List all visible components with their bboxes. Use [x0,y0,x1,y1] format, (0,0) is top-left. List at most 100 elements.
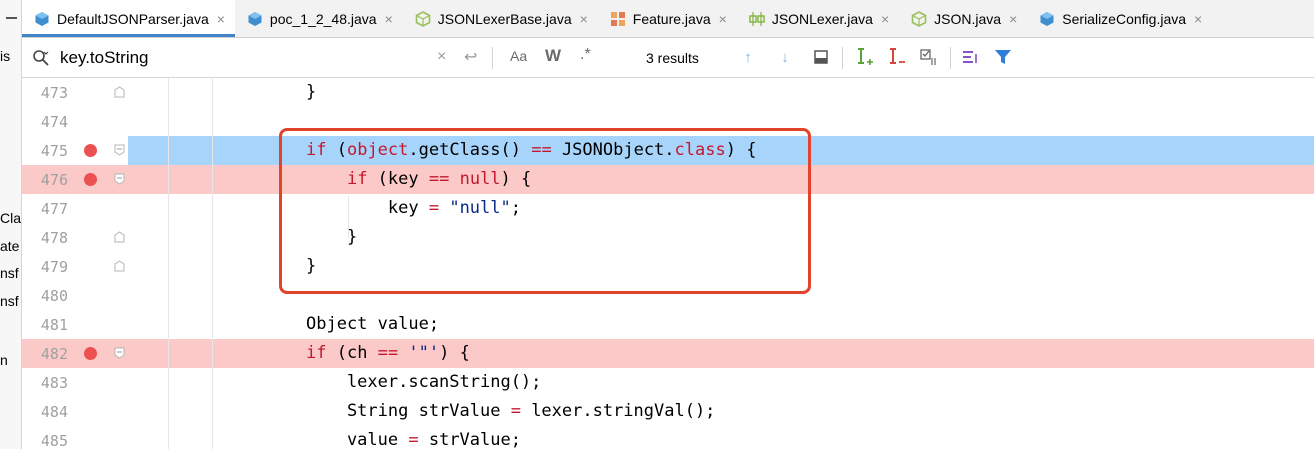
code-line[interactable]: 484 String strValue = lexer.stringVal(); [22,397,1314,426]
editor-tab-bar: DefaultJSONParser.java × poc_1_2_48.java × J… [22,0,1314,38]
code-keyword: = [408,430,419,449]
line-number[interactable]: 475 [22,142,68,160]
code-token: lexer.stringVal(); [520,401,716,421]
code-text: if (ch == '"') { [306,343,470,363]
tab-label: JSONLexerBase.java [437,10,572,27]
panel-fragment: nsf [0,293,19,309]
fold-marker-icon[interactable] [114,260,125,272]
line-number[interactable]: 484 [22,403,68,421]
code-keyword: if [306,343,327,363]
enum-icon [610,11,625,26]
editor-tab[interactable]: JSONLexer.java × [737,0,899,37]
panel-fragment: Cla [0,210,22,226]
breakpoint-icon[interactable] [84,144,97,157]
java-class-icon [248,11,262,26]
code-token: value [306,430,409,449]
interface-icon [749,11,765,26]
code-text: Object value; [306,314,439,334]
code-token: (ch [326,343,378,363]
add-selection-icon[interactable] [854,46,876,68]
code-line[interactable]: 485 value = strValue; [22,426,1314,449]
indent-guide [168,78,169,449]
fold-marker-icon[interactable] [114,231,125,243]
editor-tab[interactable]: poc_1_2_48.java × [235,0,403,37]
match-case-toggle[interactable]: Aa [510,48,527,64]
line-number[interactable]: 476 [22,171,68,189]
code-line[interactable]: 481 Object value; [22,310,1314,339]
line-number[interactable]: 477 [22,200,68,218]
code-editor[interactable]: 473} 474 475 if (object.getClass() == JSONO… [22,78,1314,449]
code-line[interactable]: 473} [22,78,1314,107]
java-class-icon [1040,11,1054,26]
search-input[interactable] [60,46,450,70]
editor-tab[interactable]: JSONLexerBase.java × [403,0,598,37]
regex-toggle[interactable]: .* [580,46,591,64]
search-results-count: 3 results [646,50,699,66]
close-tab-icon[interactable]: × [217,11,225,27]
code-token: lexer.scanString(); [306,372,542,392]
close-tab-icon[interactable]: × [580,11,588,27]
whole-words-toggle[interactable]: W [545,46,561,66]
line-number[interactable]: 485 [22,432,68,449]
java-class-icon [35,11,49,26]
previous-occurrence-button[interactable]: ↑ [737,46,759,68]
line-number[interactable]: 481 [22,316,68,334]
editor-tab[interactable]: SerializeConfig.java × [1027,0,1212,37]
line-number[interactable]: 482 [22,345,68,363]
code-text: value = strValue; [306,430,521,449]
line-number[interactable]: 478 [22,229,68,247]
editor-tab[interactable]: DefaultJSONParser.java × [22,0,235,37]
code-token: strValue; [418,430,521,449]
filter-icon[interactable] [992,46,1014,68]
next-occurrence-button[interactable]: ↓ [774,46,796,68]
filter-options-icon[interactable] [960,46,982,68]
search-icon[interactable] [32,49,50,67]
clear-search-button[interactable]: × [437,48,446,66]
line-number[interactable]: 480 [22,287,68,305]
close-tab-icon[interactable]: × [1194,11,1202,27]
indent-guide [212,78,213,449]
find-bar: × ↩ Aa W .* 3 results ↑ ↓ [22,38,1314,78]
remove-selection-icon[interactable] [886,46,908,68]
code-keyword: == [377,343,399,363]
close-tab-icon[interactable]: × [1009,11,1017,27]
panel-fragment: ate [0,238,20,254]
line-number[interactable]: 479 [22,258,68,276]
new-line-icon[interactable]: ↩ [464,47,477,67]
abstract-class-icon [415,10,431,27]
divider [492,47,493,69]
fold-marker-icon[interactable] [114,144,125,156]
close-tab-icon[interactable]: × [719,11,727,27]
fold-marker-icon[interactable] [114,86,125,98]
tab-label: poc_1_2_48.java [269,10,377,27]
line-number[interactable]: 474 [22,113,68,131]
project-panel-edge: is Cla ate nsf nsf n [0,0,22,449]
code-string: '"' [408,343,440,363]
select-all-occurrences-icon[interactable] [810,46,832,68]
divider [950,47,951,69]
tab-label: Feature.java [632,10,711,27]
abstract-class-icon [911,10,927,27]
breakpoint-icon[interactable] [84,173,97,186]
close-tab-icon[interactable]: × [385,11,393,27]
line-number[interactable]: 483 [22,374,68,392]
panel-fragment: nsf [0,265,19,281]
tab-label: DefaultJSONParser.java [57,10,209,27]
select-all-icon[interactable] [918,46,940,68]
collapse-panel-icon[interactable] [6,17,17,19]
line-number[interactable]: 473 [22,84,68,102]
fold-marker-icon[interactable] [114,173,125,185]
code-token: Object value; [306,314,440,334]
fold-marker-icon[interactable] [114,347,125,359]
code-line[interactable]: 482 if (ch == '"') { [22,339,1314,368]
code-line[interactable]: 483 lexer.scanString(); [22,368,1314,397]
close-tab-icon[interactable]: × [881,11,889,27]
tab-label: JSON.java [934,10,1002,27]
breakpoint-icon[interactable] [84,347,97,360]
editor-tab[interactable]: JSON.java × [899,0,1027,37]
code-text: String strValue = lexer.stringVal(); [306,401,715,421]
tab-label: SerializeConfig.java [1062,10,1187,27]
code-text: } [306,82,316,102]
editor-tab[interactable]: Feature.java × [598,0,737,37]
